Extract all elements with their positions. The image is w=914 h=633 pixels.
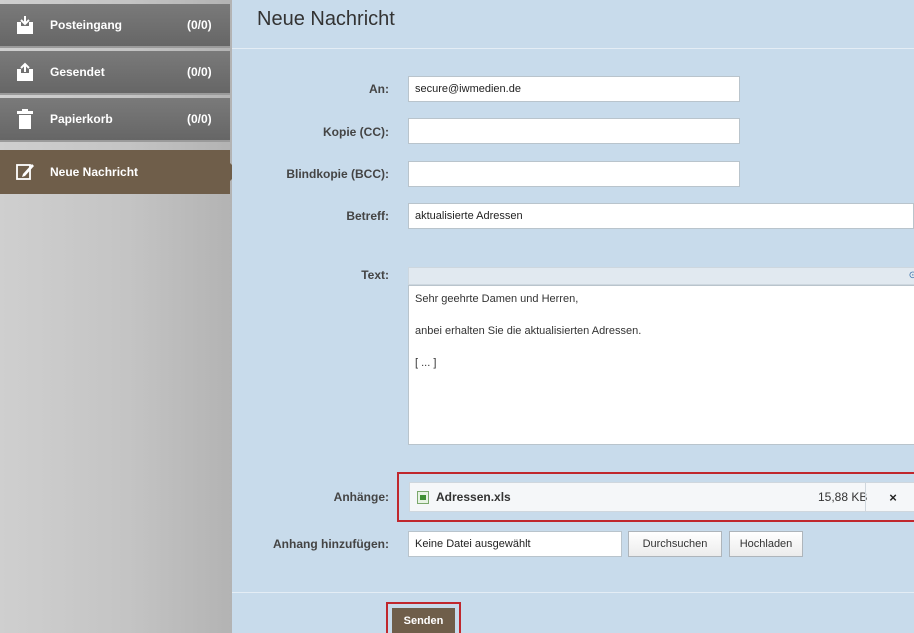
divider <box>232 48 914 49</box>
sidebar-item-posteingang[interactable]: Posteingang (0/0) <box>0 4 230 48</box>
sidebar-item-label: Neue Nachricht <box>50 165 139 179</box>
inbox-icon <box>17 16 33 34</box>
sidebar-item-label: Papierkorb <box>50 112 113 126</box>
bcc-label: Blindkopie (BCC): <box>286 167 389 181</box>
cc-field[interactable] <box>408 118 740 144</box>
sidebar-item-gesendet[interactable]: Gesendet (0/0) <box>0 51 230 95</box>
to-label: An: <box>369 82 389 96</box>
attachment-size: 15,88 KB <box>818 490 868 504</box>
file-status-field[interactable]: Keine Datei ausgewählt <box>408 531 622 557</box>
add-attachment-label: Anhang hinzufügen: <box>273 537 389 551</box>
sidebar-item-label: Posteingang <box>50 18 123 32</box>
subject-label: Betreff: <box>346 209 389 223</box>
bcc-field[interactable] <box>408 161 740 187</box>
body-line: anbei erhalten Sie die aktualisierten Ad… <box>415 325 642 337</box>
cc-label: Kopie (CC): <box>323 125 389 139</box>
sidebar-item-papierkorb[interactable]: Papierkorb (0/0) <box>0 98 230 142</box>
browse-button[interactable]: Durchsuchen <box>628 531 722 557</box>
subject-field[interactable]: aktualisierte Adressen <box>408 203 914 229</box>
source-icon[interactable]: ⊙ <box>909 270 914 281</box>
editor-toolbar: ⊙ <box>408 267 914 285</box>
sidebar-item-neue-nachricht[interactable]: Neue Nachricht <box>0 150 239 194</box>
text-label: Text: <box>361 268 389 282</box>
remove-attachment-button[interactable]: × <box>865 483 914 511</box>
send-highlight: Senden <box>386 602 461 633</box>
sidebar-item-count: (0/0) <box>187 65 212 79</box>
attachments-label: Anhänge: <box>333 490 389 504</box>
outbox-icon <box>17 62 33 81</box>
compose-icon <box>16 164 34 180</box>
trash-icon <box>17 109 33 129</box>
attachment-item: Adressen.xls 15,88 KB × <box>409 482 914 512</box>
xls-file-icon <box>417 491 429 504</box>
body-line: [ ... ] <box>415 357 437 369</box>
page-title: Neue Nachricht <box>257 8 395 30</box>
attachment-name[interactable]: Adressen.xls <box>436 490 511 504</box>
attachment-highlight: Adressen.xls 15,88 KB × <box>397 472 914 522</box>
sidebar-item-count: (0/0) <box>187 18 212 32</box>
send-button[interactable]: Senden <box>392 608 455 633</box>
sidebar: Posteingang (0/0) Gesendet (0/0) Papierk… <box>0 0 239 633</box>
to-field[interactable]: secure@iwmedien.de <box>408 76 740 102</box>
sidebar-item-count: (0/0) <box>187 112 212 126</box>
sidebar-item-label: Gesendet <box>50 65 105 79</box>
message-body-editor[interactable]: Sehr geehrte Damen und Herren, anbei erh… <box>408 285 914 445</box>
compose-panel: Neue Nachricht An: secure@iwmedien.de Ko… <box>232 0 914 633</box>
upload-button[interactable]: Hochladen <box>729 531 803 557</box>
body-line: Sehr geehrte Damen und Herren, <box>415 293 579 305</box>
divider <box>232 592 914 593</box>
